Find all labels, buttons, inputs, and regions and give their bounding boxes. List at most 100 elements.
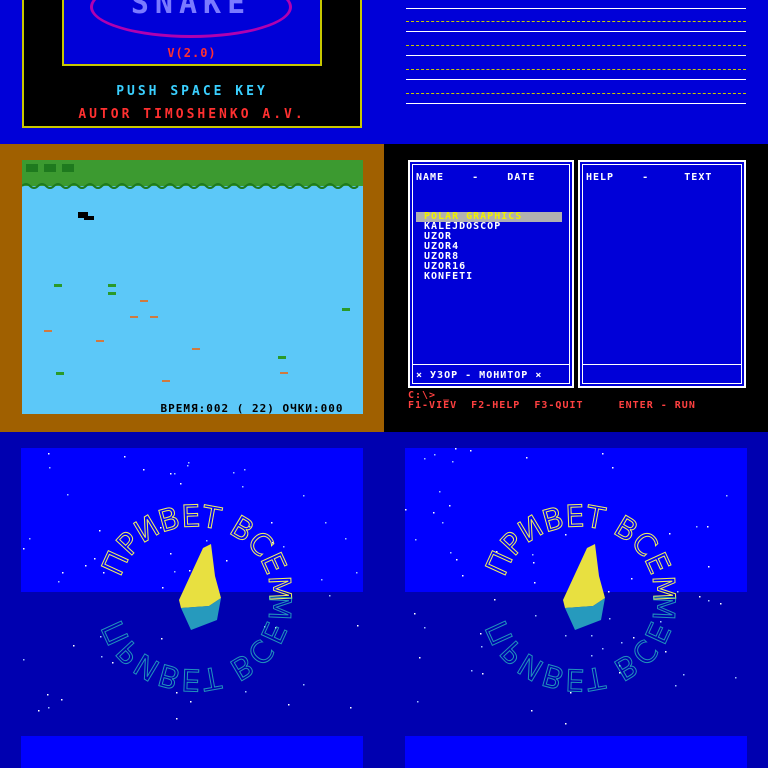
star	[303, 495, 305, 497]
help-panel: HELP - TEXT	[578, 160, 746, 388]
star	[708, 600, 710, 602]
star	[424, 458, 426, 460]
star	[174, 473, 176, 475]
star	[602, 453, 604, 455]
pattern-line	[406, 103, 746, 104]
star	[62, 572, 64, 574]
star	[124, 456, 126, 458]
star	[226, 560, 228, 562]
star	[591, 655, 593, 657]
star	[417, 701, 419, 703]
star	[609, 618, 611, 620]
star	[735, 677, 737, 679]
star	[245, 691, 247, 693]
pattern-line	[406, 45, 746, 46]
star	[699, 596, 701, 598]
star	[99, 530, 101, 532]
pattern-line	[406, 79, 746, 80]
star	[170, 553, 172, 555]
pattern-line	[406, 93, 746, 94]
star	[189, 570, 191, 572]
pattern-line	[406, 55, 746, 56]
pattern-line	[406, 69, 746, 70]
star	[244, 469, 246, 471]
star	[356, 572, 358, 574]
star	[494, 599, 496, 601]
star	[61, 699, 63, 701]
star	[533, 562, 535, 564]
star	[726, 495, 728, 497]
pattern-line	[406, 21, 746, 22]
star	[442, 522, 444, 524]
star	[608, 591, 610, 593]
star	[665, 651, 667, 653]
star	[565, 635, 567, 637]
star	[462, 575, 464, 577]
star	[439, 491, 441, 493]
star	[707, 526, 709, 528]
greeting-next-screen	[405, 736, 747, 768]
game-screen: ВРЕМЯ:002 ( 22) ОЧКИ:000	[0, 144, 384, 432]
pattern-line	[406, 8, 746, 9]
star	[708, 566, 710, 568]
file-list-header: NAME - DATE	[416, 172, 536, 183]
star	[288, 704, 290, 706]
game-status-bar: ВРЕМЯ:002 ( 22) ОЧКИ:000	[160, 402, 344, 415]
star	[112, 662, 114, 664]
star	[187, 465, 189, 467]
star	[143, 469, 145, 471]
star	[67, 494, 69, 496]
star	[23, 659, 25, 661]
greeting-art: ПРИВЕТ ВСЕМПРИВЕТ ВСЕМ	[23, 453, 359, 720]
function-key-bar: F1-VIEV F2-HELP F3-QUIT ENTER - RUN	[408, 400, 696, 411]
bottle-icon	[179, 544, 221, 608]
star	[433, 512, 435, 514]
star	[532, 554, 534, 556]
star	[73, 645, 75, 647]
star	[325, 522, 327, 524]
star	[419, 657, 421, 659]
star	[188, 462, 190, 464]
star	[47, 694, 49, 696]
star	[602, 648, 604, 650]
star	[103, 572, 105, 574]
star	[482, 673, 484, 675]
star	[534, 582, 536, 584]
star	[94, 558, 96, 560]
game-sprites	[22, 164, 359, 382]
star	[455, 448, 457, 450]
star	[357, 625, 359, 627]
bottle-icon	[563, 544, 605, 608]
greeting-screen-2: ПРИВЕТ ВСЕМ ПРИВЕТ ВСЕМ	[384, 432, 768, 768]
file-list-item[interactable]: KONFETI	[416, 272, 562, 282]
star	[242, 486, 244, 488]
snake-title-screen: SNAKE V(2.0) PUSH SPACE KEY AUTOR TIMOSH…	[0, 0, 384, 144]
star	[565, 723, 567, 725]
star	[233, 472, 235, 474]
star	[170, 473, 172, 475]
star	[612, 467, 614, 469]
star	[675, 685, 677, 687]
push-space-prompt[interactable]: PUSH SPACE KEY	[22, 84, 362, 99]
food-icon	[54, 284, 350, 375]
star	[48, 453, 50, 455]
star	[161, 638, 163, 640]
star	[434, 454, 436, 456]
star	[162, 587, 164, 589]
line-pattern-screen	[384, 0, 768, 144]
star	[669, 533, 671, 535]
star	[283, 546, 285, 548]
version-label: V(2.0)	[167, 46, 217, 60]
star	[535, 615, 537, 617]
star	[176, 718, 178, 720]
star	[48, 707, 50, 709]
star	[470, 450, 472, 452]
star	[720, 603, 722, 605]
star	[85, 565, 87, 567]
star	[38, 710, 40, 712]
star	[101, 656, 103, 658]
star	[696, 526, 698, 528]
star	[471, 670, 473, 672]
greeting-art: ПРИВЕТ ВСЕМПРИВЕТ ВСЕМ	[405, 448, 737, 725]
greeting-next-screen	[21, 736, 363, 768]
